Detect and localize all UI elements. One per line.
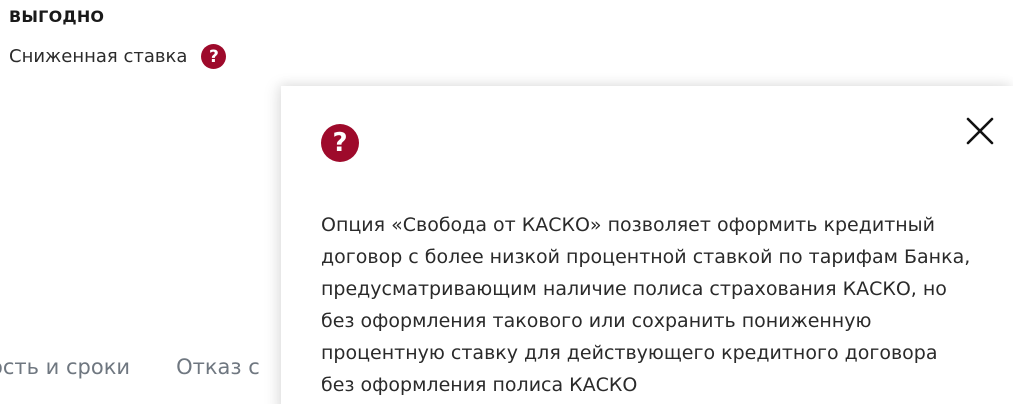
close-button[interactable] (965, 116, 995, 146)
tooltip-text: Опция «Свобода от КАСКО» позволяет оформ… (321, 209, 1001, 401)
tooltip-text-line: без оформления полиса КАСКО (321, 374, 638, 396)
reduced-rate-label: Сниженная ставка (9, 46, 188, 67)
help-icon-large: ? (321, 124, 359, 162)
tabs: ость и сроки Отказ с (0, 355, 260, 379)
tooltip-popup: ? Опция «Свобода от КАСКО» позволяет офо… (281, 86, 1013, 404)
help-icon[interactable]: ? (201, 44, 227, 69)
page: ВЫГОДНО Сниженная ставка ? ость и сроки … (0, 0, 1013, 404)
tab-terms[interactable]: ость и сроки (0, 355, 130, 379)
tooltip-text-line: Опция «Свобода от КАСКО» позволяет оформ… (321, 214, 936, 236)
tooltip-text-line: предусматривающим наличие полиса страхов… (321, 278, 947, 300)
section-title: ВЫГОДНО (9, 7, 105, 26)
close-icon (966, 117, 994, 145)
tooltip-text-line: договор с более низкой процентной ставко… (321, 246, 971, 268)
tooltip-text-line: без оформления такового или сохранить по… (321, 310, 872, 332)
tooltip-text-line: процентную ставку для действующего креди… (321, 342, 938, 364)
reduced-rate-row: Сниженная ставка ? (9, 44, 227, 69)
tab-refusal[interactable]: Отказ с (176, 355, 260, 379)
